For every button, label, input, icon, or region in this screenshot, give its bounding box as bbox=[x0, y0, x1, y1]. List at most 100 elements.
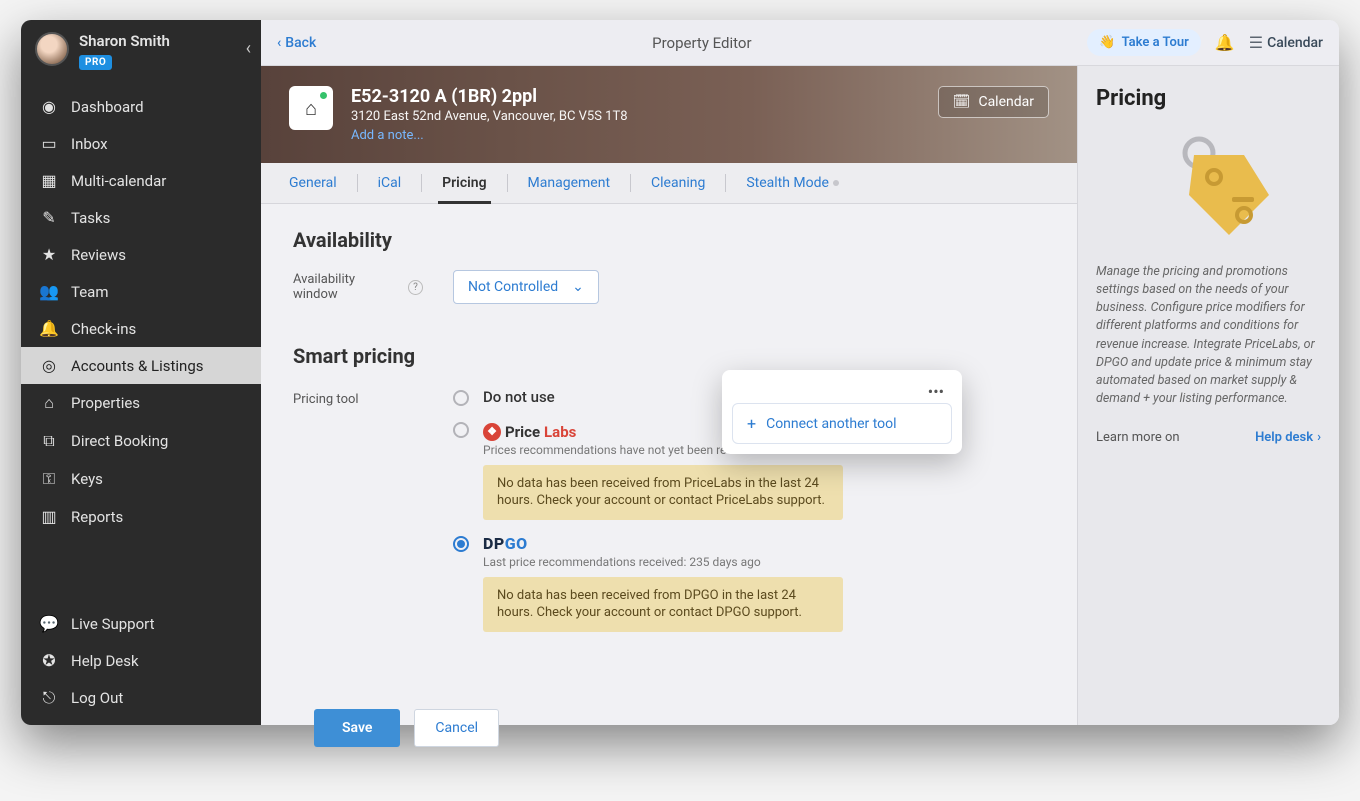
gauge-icon: ◉ bbox=[39, 97, 59, 116]
notifications-icon[interactable]: 🔔 bbox=[1215, 33, 1235, 52]
save-button[interactable]: Save bbox=[314, 709, 400, 725]
radio-do-not-use[interactable] bbox=[453, 390, 469, 406]
select-value: Not Controlled bbox=[468, 279, 558, 295]
save-bar: Save Cancel bbox=[282, 695, 1066, 725]
pricing-tag-illustration bbox=[1096, 111, 1321, 263]
target-icon: ◎ bbox=[39, 356, 59, 375]
sidebar-item-label: Dashboard bbox=[71, 98, 144, 116]
sidebar: Sharon Smith PRO ‹ ◉ Dashboard ▭ Inbox ▦Mu… bbox=[21, 20, 261, 725]
sidebar-item-label: Live Support bbox=[71, 615, 155, 633]
sidebar-item-direct-booking[interactable]: ⧉ Direct Booking bbox=[21, 422, 261, 460]
pricing-tool-label: Pricing tool bbox=[293, 392, 359, 407]
sidebar-item-dashboard[interactable]: ◉ Dashboard bbox=[21, 88, 261, 125]
calendar-label: Calendar bbox=[1267, 35, 1323, 51]
tab-ical[interactable]: iCal bbox=[374, 163, 406, 203]
sidebar-item-live-support[interactable]: 💬 Live Support bbox=[21, 605, 261, 642]
sidebar-item-reports[interactable]: ▥Reports bbox=[21, 498, 261, 535]
sidebar-item-label: Log Out bbox=[71, 689, 123, 707]
radio-pricelabs[interactable] bbox=[453, 422, 469, 438]
availability-window-select[interactable]: Not Controlled ⌄ bbox=[453, 270, 599, 304]
tab-stealth[interactable]: Stealth Mode bbox=[742, 163, 843, 203]
right-panel-title: Pricing bbox=[1096, 86, 1321, 111]
star-icon: ★ bbox=[39, 245, 59, 264]
wave-icon: 👋 bbox=[1099, 35, 1115, 50]
add-note-link[interactable]: Add a note... bbox=[351, 128, 424, 143]
sidebar-item-tasks[interactable]: ✎ Tasks bbox=[21, 199, 261, 236]
chat-icon: 💬 bbox=[39, 614, 59, 633]
sidebar-item-label: Reports bbox=[71, 508, 123, 526]
calendar-icon: 🗓 bbox=[953, 94, 971, 110]
property-address: 3120 East 52nd Avenue, Vancouver, BC V5S… bbox=[351, 109, 920, 124]
sidebar-item-label: Reviews bbox=[71, 246, 126, 264]
plus-icon: + bbox=[747, 414, 756, 433]
sidebar-item-label: Team bbox=[71, 283, 109, 301]
hero-calendar-button[interactable]: 🗓 Calendar bbox=[938, 86, 1049, 118]
code-icon: ⧉ bbox=[39, 431, 59, 451]
help-icon[interactable]: ? bbox=[408, 280, 423, 295]
sidebar-user[interactable]: Sharon Smith PRO ‹ bbox=[21, 20, 261, 82]
dpgo-alert: No data has been received from DPGO in t… bbox=[483, 577, 843, 632]
chevron-down-icon: ⌄ bbox=[572, 279, 584, 295]
popover-more-icon[interactable]: ••• bbox=[732, 380, 952, 403]
lifebuoy-icon: ✪ bbox=[39, 651, 59, 670]
sidebar-item-inbox[interactable]: ▭ Inbox bbox=[21, 125, 261, 162]
broom-icon: ✎ bbox=[39, 208, 59, 227]
cancel-button[interactable]: Cancel bbox=[414, 709, 499, 725]
sidebar-item-label: Properties bbox=[71, 394, 140, 412]
tab-cleaning[interactable]: Cleaning bbox=[647, 163, 709, 203]
sidebar-item-properties[interactable]: ⌂ Properties bbox=[21, 384, 261, 422]
inbox-icon: ▭ bbox=[39, 134, 59, 153]
pricelabs-icon: ❖ bbox=[483, 423, 501, 441]
users-icon: 👥 bbox=[39, 282, 59, 301]
tab-pricing[interactable]: Pricing bbox=[438, 163, 490, 203]
sidebar-item-logout[interactable]: ⎋ Log Out bbox=[21, 679, 261, 717]
property-title: E52-3120 A (1BR) 2ppl bbox=[351, 86, 920, 107]
pricelabs-alert: No data has been received from PriceLabs… bbox=[483, 465, 843, 520]
sidebar-item-label: Inbox bbox=[71, 135, 108, 153]
sidebar-item-checkins[interactable]: 🔔Check-ins bbox=[21, 310, 261, 347]
tabs: General iCal Pricing Management Cleaning… bbox=[261, 163, 1077, 204]
status-dot-icon bbox=[833, 180, 839, 186]
radio-dpgo[interactable] bbox=[453, 536, 469, 552]
sidebar-item-team[interactable]: 👥 Team bbox=[21, 273, 261, 310]
sidebar-item-label: Accounts & Listings bbox=[71, 357, 204, 375]
sidebar-item-reviews[interactable]: ★ Reviews bbox=[21, 236, 261, 273]
back-button[interactable]: ‹Back bbox=[277, 35, 316, 51]
sidebar-item-accounts-listings[interactable]: ◎ Accounts & Listings bbox=[21, 347, 261, 384]
house-icon: ⌂ bbox=[39, 393, 59, 413]
sidebar-item-help-desk[interactable]: ✪Help Desk bbox=[21, 642, 261, 679]
property-hero: ⌂ E52-3120 A (1BR) 2ppl 3120 East 52nd A… bbox=[261, 66, 1077, 163]
help-desk-label: Help desk bbox=[1255, 430, 1313, 445]
tab-general[interactable]: General bbox=[285, 163, 341, 203]
chevron-right-icon: › bbox=[1317, 430, 1321, 445]
calendar-list-icon: ☰ bbox=[1249, 33, 1263, 52]
dpgo-logo[interactable]: DPGO bbox=[483, 534, 528, 553]
dpgo-subnote: Last price recommendations received: 235… bbox=[483, 555, 843, 569]
sidebar-item-label: Keys bbox=[71, 470, 103, 488]
logout-icon: ⎋ bbox=[39, 688, 59, 708]
option-do-not-use[interactable]: Do not use bbox=[483, 388, 555, 406]
collapse-sidebar-icon[interactable]: ‹ bbox=[246, 38, 251, 59]
pro-badge: PRO bbox=[79, 55, 112, 70]
tab-management[interactable]: Management bbox=[524, 163, 614, 203]
tab-label: Stealth Mode bbox=[746, 175, 829, 191]
sidebar-item-label: Direct Booking bbox=[71, 432, 168, 450]
right-panel: Pricing Manage the pricing and promotion… bbox=[1077, 66, 1339, 725]
connect-another-tool-button[interactable]: + Connect another tool bbox=[732, 403, 952, 444]
right-panel-body: Manage the pricing and promotions settin… bbox=[1096, 263, 1321, 408]
sidebar-item-label: Check-ins bbox=[71, 320, 136, 338]
sidebar-item-multicalendar[interactable]: ▦Multi-calendar bbox=[21, 162, 261, 199]
sidebar-item-keys[interactable]: ⚿Keys bbox=[21, 460, 261, 498]
pricelabs-logo[interactable]: ❖PriceLabs bbox=[483, 423, 576, 441]
help-desk-link[interactable]: Help desk › bbox=[1255, 430, 1321, 445]
smart-pricing-heading: Smart pricing bbox=[293, 344, 415, 368]
availability-heading: Availability bbox=[293, 228, 1045, 252]
chevron-left-icon: ‹ bbox=[277, 35, 281, 51]
connect-tool-popover: ••• + Connect another tool bbox=[722, 370, 962, 454]
calendar-link[interactable]: ☰Calendar bbox=[1249, 33, 1323, 52]
property-icon: ⌂ bbox=[289, 86, 333, 130]
sidebar-item-label: Tasks bbox=[71, 209, 110, 227]
take-tour-button[interactable]: 👋Take a Tour bbox=[1087, 29, 1200, 56]
hero-calendar-label: Calendar bbox=[978, 94, 1034, 110]
back-label: Back bbox=[285, 35, 316, 51]
